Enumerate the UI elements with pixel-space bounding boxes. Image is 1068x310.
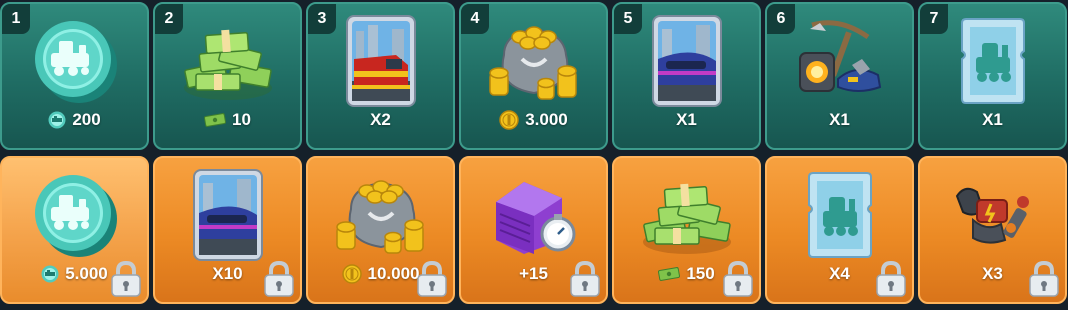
- reward-tile-day-4[interactable]: 4 3.000: [459, 2, 608, 150]
- reward-amount: X1: [982, 110, 1003, 129]
- coin-icon: [341, 264, 362, 284]
- reward-amount: 200: [72, 110, 101, 129]
- reward-tile-day-6[interactable]: 6 X1: [765, 2, 914, 150]
- premium-reward-tile-1[interactable]: 5.000: [0, 156, 149, 304]
- reward-amount: X1: [829, 110, 850, 129]
- coin-icon: [499, 110, 519, 130]
- cash-pile-icon: [642, 183, 731, 254]
- premium-reward-tile-6[interactable]: X4: [765, 156, 914, 304]
- reward-amount: 3.000: [525, 110, 568, 129]
- blue-train-card-icon: [651, 15, 722, 107]
- premium-reward-tile-5[interactable]: 150: [612, 156, 761, 304]
- daily-rewards-board: 1 200 2 10 3 X2 4 3.000 5 X1 6 X1 7 X1 5…: [0, 0, 1068, 310]
- train-token-icon: [48, 111, 66, 129]
- lock-icon: [111, 260, 141, 297]
- lock-icon: [876, 260, 906, 297]
- reward-amount: 150: [686, 264, 715, 283]
- reward-tile-day-1[interactable]: 1 200: [0, 2, 149, 150]
- blue-train-card-icon: [192, 169, 263, 261]
- reward-amount: X1: [676, 110, 697, 129]
- depot-timer-icon: [495, 182, 575, 254]
- lock-icon: [570, 260, 600, 297]
- premium-reward-tile-4[interactable]: +15: [459, 156, 608, 304]
- train-token-icon: [41, 265, 59, 283]
- premium-reward-tile-7[interactable]: X3: [918, 156, 1067, 304]
- red-locomotive-card-icon: [345, 15, 416, 107]
- reward-amount: 10: [232, 110, 251, 129]
- reward-amount: X4: [829, 264, 850, 283]
- reward-amount: X10: [212, 264, 243, 283]
- train-ticket-icon: [807, 172, 872, 258]
- lock-icon: [1029, 260, 1059, 297]
- premium-reward-row: 5.000 X10 10.000 +15 150 X4 X3: [0, 156, 1068, 304]
- reward-amount: +15: [519, 264, 548, 283]
- reward-amount: X3: [982, 264, 1003, 283]
- premium-reward-tile-2[interactable]: X10: [153, 156, 302, 304]
- lock-icon: [417, 260, 447, 297]
- reward-tile-day-5[interactable]: 5 X1: [612, 2, 761, 150]
- coin-sack-icon: [488, 26, 577, 100]
- premium-reward-tile-3[interactable]: 10.000: [306, 156, 455, 304]
- reward-amount: X2: [370, 110, 391, 129]
- train-token-coin-icon: [34, 21, 117, 103]
- worker-tools-icon: [798, 20, 881, 92]
- train-token-coin-icon: [34, 175, 117, 257]
- reward-amount: 10.000: [367, 264, 420, 283]
- cash-icon: [204, 113, 227, 127]
- reward-tile-day-2[interactable]: 2 10: [153, 2, 302, 150]
- cash-icon: [658, 267, 681, 281]
- free-reward-row: 1 200 2 10 3 X2 4 3.000 5 X1 6 X1 7 X1: [0, 2, 1068, 150]
- cash-pile-icon: [183, 29, 272, 100]
- reward-amount: 5.000: [65, 264, 108, 283]
- reward-tile-day-3[interactable]: 3 X2: [306, 2, 455, 150]
- repair-tools-icon: [955, 187, 1029, 244]
- lock-icon: [723, 260, 753, 297]
- lock-icon: [264, 260, 294, 297]
- train-ticket-icon: [960, 18, 1025, 104]
- coin-sack-icon: [335, 180, 424, 254]
- reward-tile-day-7[interactable]: 7 X1: [918, 2, 1067, 150]
